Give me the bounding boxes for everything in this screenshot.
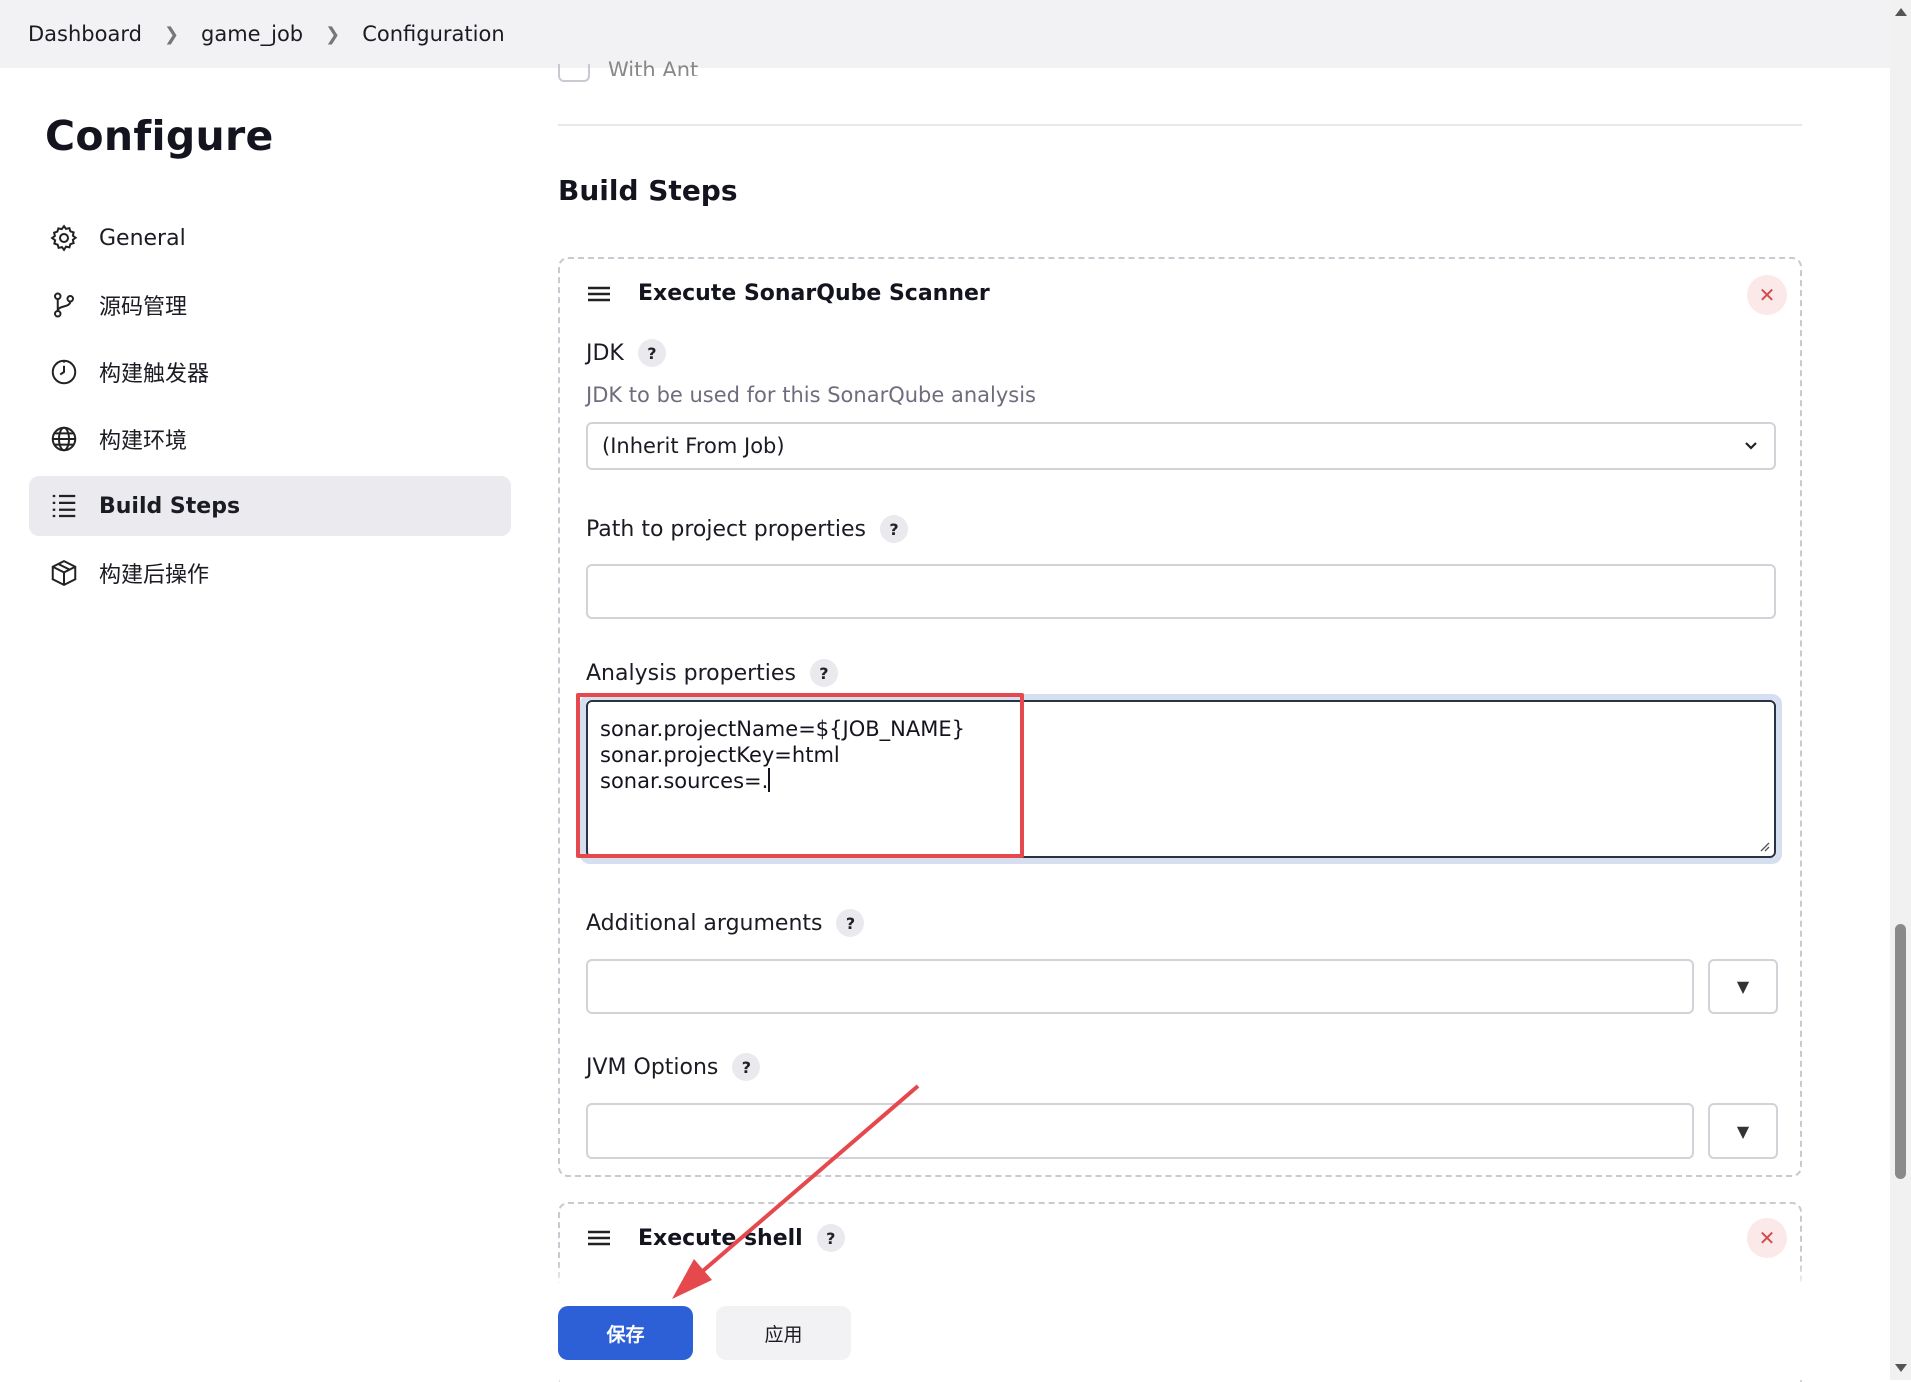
jdk-label: JDK	[586, 340, 624, 366]
remove-step-button[interactable]: ✕	[1747, 1218, 1787, 1258]
with-ant-label: With Ant	[608, 58, 699, 76]
path-label: Path to project properties	[586, 516, 867, 542]
sidebar-item-label: 构建环境	[99, 429, 188, 454]
analysis-textarea-focus-ring: sonar.projectName=${JOB_NAME} sonar.proje…	[580, 694, 1782, 864]
sidebar-item-label: Build Steps	[99, 493, 241, 519]
sidebar-item-scm[interactable]: 源码管理	[29, 275, 511, 335]
sidebar-nav: General 源码管理 构建触发器 构建环境 Build Steps 构建后操…	[29, 208, 511, 603]
help-icon[interactable]: ?	[816, 1224, 845, 1252]
drag-handle-icon[interactable]	[586, 283, 612, 305]
analysis-line: sonar.projectKey=html	[600, 743, 840, 767]
step-header: Execute SonarQube Scanner	[586, 281, 990, 306]
chevron-right-icon: ❯	[163, 23, 180, 45]
jdk-select-value: (Inherit From Job)	[602, 434, 785, 458]
jvm-options-expand-button[interactable]: ▼	[1708, 1103, 1778, 1159]
page-title: Configure	[45, 112, 274, 160]
sidebar: Configure General 源码管理 构建触发器 构建环境 Build …	[29, 68, 511, 610]
text-caret	[768, 768, 771, 792]
sidebar-item-triggers[interactable]: 构建触发器	[29, 342, 511, 402]
analysis-label: Analysis properties	[586, 660, 796, 686]
help-icon[interactable]: ?	[732, 1053, 761, 1081]
chevron-down-icon	[1745, 442, 1757, 450]
close-icon: ✕	[1758, 283, 1776, 307]
analysis-label-row: Analysis properties ?	[586, 659, 838, 687]
package-icon	[49, 558, 79, 588]
additional-label: Additional arguments	[586, 910, 823, 936]
step-header: Execute shell ?	[586, 1224, 845, 1252]
resize-grip-icon[interactable]	[1758, 840, 1770, 852]
globe-icon	[49, 424, 79, 454]
jdk-select[interactable]: (Inherit From Job)	[586, 422, 1776, 470]
scrollbar-thumb[interactable]	[1895, 924, 1906, 1179]
help-icon[interactable]: ?	[809, 659, 838, 687]
divider	[558, 124, 1802, 126]
jdk-label-row: JDK ?	[586, 339, 666, 367]
triangle-down-icon: ▼	[1736, 1121, 1750, 1141]
git-branch-icon	[49, 290, 79, 320]
scroll-down-icon[interactable]	[1895, 1364, 1907, 1372]
sidebar-item-label: 源码管理	[99, 295, 188, 320]
breadcrumb-configuration[interactable]: Configuration	[362, 22, 504, 46]
drag-handle-icon[interactable]	[586, 1227, 612, 1249]
help-icon[interactable]: ?	[880, 515, 909, 543]
analysis-line: sonar.projectName=${JOB_NAME}	[600, 717, 965, 741]
path-label-row: Path to project properties ?	[586, 515, 909, 543]
gear-icon	[49, 223, 79, 253]
close-icon: ✕	[1758, 1226, 1776, 1250]
timer-icon	[49, 357, 79, 387]
triangle-down-icon: ▼	[1736, 977, 1750, 996]
breadcrumb-job[interactable]: game_job	[201, 22, 303, 46]
section-title: Build Steps	[558, 174, 738, 207]
save-button[interactable]: 保存	[558, 1306, 693, 1360]
breadcrumb: Dashboard ❯ game_job ❯ Configuration	[0, 0, 1890, 68]
analysis-line: sonar.sources=.	[600, 769, 769, 793]
additional-label-row: Additional arguments ?	[586, 909, 865, 937]
sidebar-item-general[interactable]: General	[29, 208, 511, 268]
analysis-line-with-caret: sonar.sources=.	[600, 768, 1762, 794]
path-input[interactable]	[586, 564, 1776, 619]
with-ant-checkbox[interactable]	[558, 64, 590, 82]
step-title: Execute SonarQube Scanner	[638, 281, 990, 306]
sidebar-item-build-steps[interactable]: Build Steps	[29, 476, 511, 536]
vertical-scrollbar[interactable]	[1890, 0, 1911, 1380]
sidebar-item-label: General	[99, 225, 186, 251]
sidebar-item-label: 构建触发器	[99, 362, 210, 387]
jdk-description: JDK to be used for this SonarQube analys…	[586, 383, 1036, 407]
help-icon[interactable]: ?	[637, 339, 666, 367]
additional-arguments-input[interactable]	[586, 959, 1694, 1014]
breadcrumb-dashboard[interactable]: Dashboard	[28, 22, 142, 46]
help-icon[interactable]: ?	[836, 909, 865, 937]
sidebar-item-label: 构建后操作	[99, 563, 210, 588]
jvm-options-input[interactable]	[586, 1103, 1694, 1159]
chevron-right-icon: ❯	[325, 23, 341, 45]
apply-button[interactable]: 应用	[716, 1306, 851, 1360]
remove-step-button[interactable]: ✕	[1747, 275, 1787, 315]
jvm-label-row: JVM Options ?	[586, 1053, 761, 1081]
list-icon	[49, 491, 79, 521]
sonarqube-step-card: Execute SonarQube Scanner ✕ JDK ? JDK to…	[558, 257, 1802, 1177]
sidebar-item-environment[interactable]: 构建环境	[29, 409, 511, 469]
analysis-properties-textarea[interactable]: sonar.projectName=${JOB_NAME} sonar.proje…	[586, 700, 1776, 858]
step-title: Execute shell	[638, 1225, 803, 1251]
scroll-up-icon[interactable]	[1895, 8, 1907, 16]
jvm-label: JVM Options	[586, 1054, 719, 1080]
sidebar-item-post-build[interactable]: 构建后操作	[29, 543, 511, 603]
additional-arguments-expand-button[interactable]: ▼	[1708, 959, 1778, 1014]
